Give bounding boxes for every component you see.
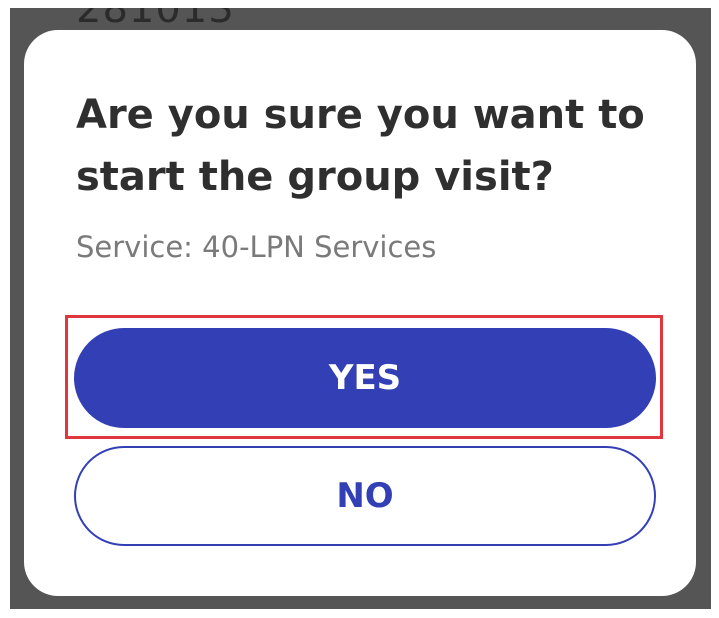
service-label: Service: 40-LPN Services [76,230,437,264]
yes-button-highlight [65,315,663,439]
background-id-text: 281013 [76,8,235,32]
no-button[interactable]: NO [74,446,656,546]
screen-overlay: 281013 Are you sure you want to start th… [10,8,711,609]
confirm-dialog: Are you sure you want to start the group… [24,30,696,596]
no-button-label: NO [336,476,394,516]
dialog-title: Are you sure you want to start the group… [76,92,645,200]
